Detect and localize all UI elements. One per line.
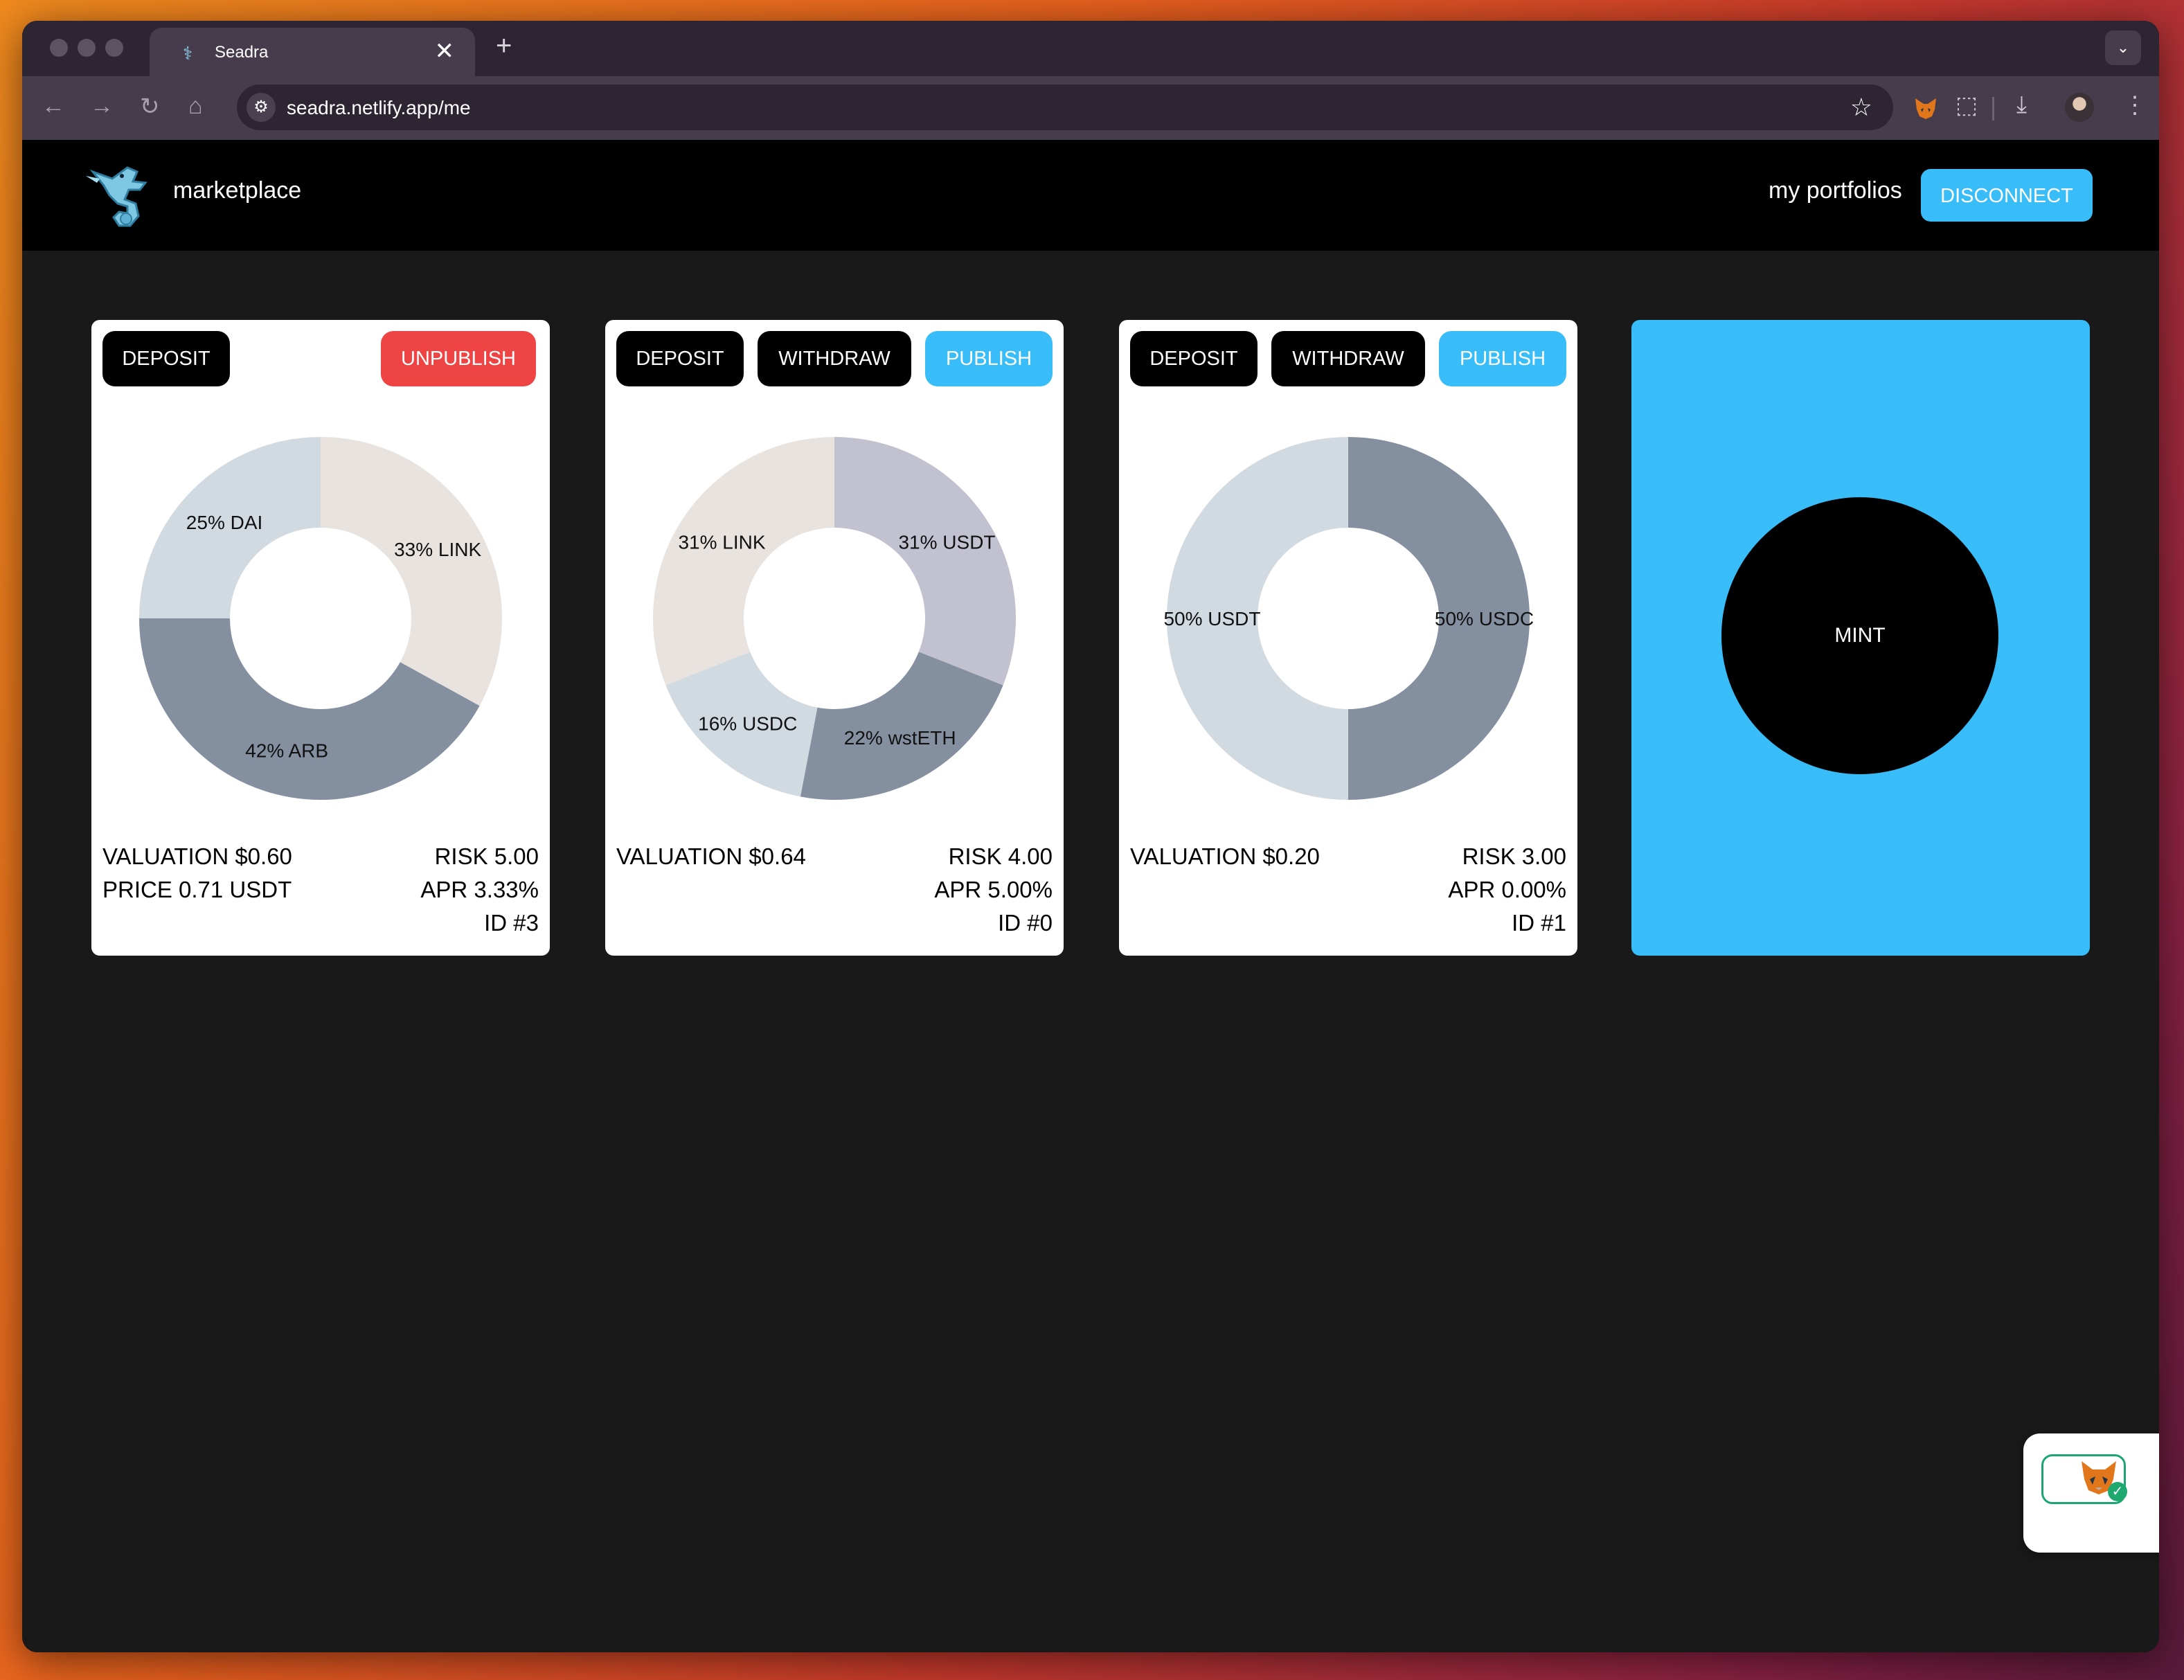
page-content: marketplace my portfolios DISCONNECT DEP… xyxy=(22,140,2159,1652)
portfolio-card: DEPOSIT UNPUBLISH 33% LINK 42% ARB 25% DAI… xyxy=(91,320,550,956)
withdraw-button[interactable]: WITHDRAW xyxy=(758,331,911,386)
publish-button[interactable]: PUBLISH xyxy=(1439,331,1566,386)
donut-slice-label: 42% ARB xyxy=(245,740,328,761)
apr-text: APR 0.00% xyxy=(1448,877,1566,902)
donut-slice xyxy=(653,437,834,686)
valuation-text: VALUATION $0.60 xyxy=(102,843,292,869)
donut-slice-label: 31% USDT xyxy=(898,532,995,553)
donut-slice-label: 22% wstETH xyxy=(844,727,956,749)
browser-toolbar: ← → ↻ ⌂ ⚙ seadra.netlify.app/me ☆ ⬚ ⤓ ⋮ xyxy=(22,76,2159,140)
mint-card: MINT xyxy=(1631,320,2090,956)
my-portfolios-link[interactable]: my portfolios xyxy=(1769,177,1902,204)
portfolio-card: DEPOSIT WITHDRAW PUBLISH 31% USDT 22% wst… xyxy=(605,320,1064,956)
browser-window: ⚕ Seadra ✕ + ⌄ ← → ↻ ⌂ ⚙ seadra.netlify.… xyxy=(22,21,2159,1652)
portfolio-id-text: ID #0 xyxy=(998,910,1053,936)
unpublish-button[interactable]: UNPUBLISH xyxy=(381,331,536,386)
donut-slice-label: 16% USDC xyxy=(698,713,797,734)
donut-slice-label: 25% DAI xyxy=(186,512,263,533)
seahorse-logo-icon[interactable] xyxy=(79,158,162,234)
mint-button[interactable]: MINT xyxy=(1721,497,1998,774)
home-icon[interactable]: ⌂ xyxy=(188,93,203,120)
toolbar-divider xyxy=(1992,97,1994,120)
valuation-text: VALUATION $0.20 xyxy=(1130,843,1320,869)
tab-search-button[interactable]: ⌄ xyxy=(2105,30,2141,65)
maximize-window-button[interactable] xyxy=(105,39,123,57)
donut-slice-label: 50% USDC xyxy=(1435,608,1534,629)
donut-slice-label: 31% LINK xyxy=(678,532,765,553)
donut-slice-label: 50% USDT xyxy=(1163,608,1260,629)
portfolio-card: DEPOSIT WITHDRAW PUBLISH 50% USDC 50% USD… xyxy=(1119,320,1577,956)
extensions-puzzle-icon[interactable]: ⬚ xyxy=(1955,91,1978,119)
allocation-donut-chart: 31% USDT 22% wstETH 16% USDC 31% LINK xyxy=(653,437,1016,800)
risk-text: RISK 4.00 xyxy=(948,843,1053,869)
metamask-extension-icon[interactable] xyxy=(1913,94,1939,120)
close-tab-icon[interactable]: ✕ xyxy=(435,37,455,65)
tab-strip: ⚕ Seadra ✕ + ⌄ xyxy=(22,21,2159,76)
valuation-text: VALUATION $0.64 xyxy=(616,843,806,869)
deposit-button[interactable]: DEPOSIT xyxy=(616,331,744,386)
site-header: marketplace my portfolios DISCONNECT xyxy=(22,140,2159,251)
apr-text: APR 5.00% xyxy=(934,877,1053,902)
withdraw-button[interactable]: WITHDRAW xyxy=(1271,331,1425,386)
donut-slice xyxy=(800,652,1003,800)
new-tab-button[interactable]: + xyxy=(496,30,512,62)
risk-text: RISK 3.00 xyxy=(1462,843,1566,869)
bookmark-star-icon[interactable]: ☆ xyxy=(1850,93,1872,122)
donut-slice xyxy=(834,437,1016,686)
allocation-donut-chart: 33% LINK 42% ARB 25% DAI xyxy=(139,437,503,800)
close-window-button[interactable] xyxy=(50,39,68,57)
seahorse-favicon-icon: ⚕ xyxy=(183,43,193,64)
address-bar[interactable]: ⚙ seadra.netlify.app/me ☆ xyxy=(237,84,1893,130)
site-info-icon[interactable]: ⚙ xyxy=(247,93,276,122)
donut-slice-label: 33% LINK xyxy=(394,539,481,560)
donut-slice xyxy=(321,437,503,706)
disconnect-button[interactable]: DISCONNECT xyxy=(1921,169,2093,222)
browser-menu-icon[interactable]: ⋮ xyxy=(2123,91,2147,119)
risk-text: RISK 5.00 xyxy=(434,843,539,869)
apr-text: APR 3.33% xyxy=(420,877,539,902)
profile-avatar[interactable] xyxy=(2065,93,2094,122)
deposit-button[interactable]: DEPOSIT xyxy=(102,331,230,386)
portfolio-id-text: ID #1 xyxy=(1512,910,1566,936)
tab-title: Seadra xyxy=(215,43,269,62)
allocation-donut-chart: 50% USDC 50% USDT xyxy=(1163,437,1534,800)
marketplace-link[interactable]: marketplace xyxy=(173,177,301,204)
tab-seadra[interactable]: ⚕ Seadra ✕ xyxy=(150,28,475,76)
publish-button[interactable]: PUBLISH xyxy=(925,331,1053,386)
portfolio-id-text: ID #3 xyxy=(484,910,539,936)
wallet-status-widget[interactable]: ✓ xyxy=(2023,1433,2159,1553)
deposit-button[interactable]: DEPOSIT xyxy=(1130,331,1257,386)
reload-icon[interactable]: ↻ xyxy=(140,93,160,120)
download-icon[interactable]: ⤓ xyxy=(2016,91,2027,118)
price-text: PRICE 0.71 USDT xyxy=(102,877,292,902)
connected-check-icon: ✓ xyxy=(2108,1482,2127,1501)
forward-icon[interactable]: → xyxy=(90,93,114,120)
url-text[interactable]: seadra.netlify.app/me xyxy=(287,97,471,119)
back-icon[interactable]: ← xyxy=(42,93,65,120)
minimize-window-button[interactable] xyxy=(78,39,96,57)
